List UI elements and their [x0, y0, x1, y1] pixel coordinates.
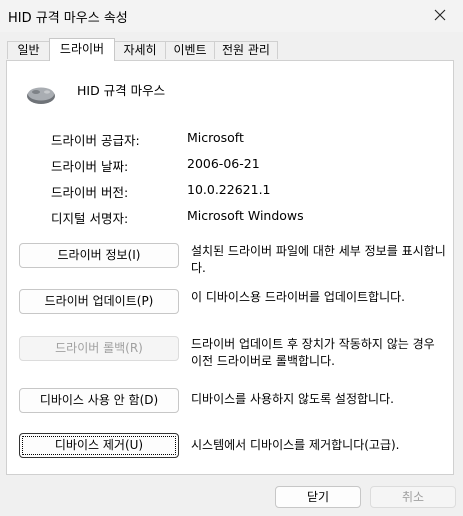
tab-details[interactable]: 자세히	[114, 41, 166, 59]
ok-button[interactable]: 닫기	[275, 486, 361, 508]
close-button[interactable]	[417, 0, 463, 30]
tab-power-management[interactable]: 전원 관리	[214, 41, 278, 59]
driver-provider-value: Microsoft	[187, 130, 244, 145]
driver-date-value: 2006-06-21	[187, 156, 260, 171]
driver-version-label: 드라이버 버전:	[51, 185, 129, 200]
device-name: HID 규격 마우스	[77, 83, 166, 98]
driver-date-label: 드라이버 날짜:	[51, 159, 129, 174]
uninstall-device-description: 시스템에서 디바이스를 제거합니다(고급).	[191, 438, 400, 452]
disable-device-description: 디바이스를 사용하지 않도록 설정합니다.	[191, 392, 394, 406]
cancel-button[interactable]: 취소	[370, 486, 456, 508]
disable-device-button[interactable]: 디바이스 사용 안 함(D)	[19, 388, 179, 413]
close-icon	[434, 9, 446, 21]
update-driver-description: 이 디바이스용 드라이버를 업데이트합니다.	[191, 290, 405, 304]
rollback-driver-description: 드라이버 업데이트 후 장치가 작동하지 않는 경우 이전 드라이버로 롤백합니…	[191, 337, 435, 368]
digital-signer-value: Microsoft Windows	[187, 208, 304, 223]
title-bar: HID 규격 마우스 속성	[0, 0, 463, 32]
driver-details-button[interactable]: 드라이버 정보(I)	[19, 243, 179, 268]
tab-general[interactable]: 일반	[7, 41, 50, 59]
update-driver-button[interactable]: 드라이버 업데이트(P)	[19, 289, 179, 314]
uninstall-device-button[interactable]: 디바이스 제거(U)	[19, 433, 179, 458]
driver-panel: HID 규격 마우스 드라이버 공급자: Microsoft 드라이버 날짜: …	[6, 60, 454, 475]
driver-version-value: 10.0.22621.1	[187, 182, 271, 197]
mouse-icon	[27, 87, 55, 104]
driver-provider-label: 드라이버 공급자:	[51, 133, 140, 148]
digital-signer-label: 디지털 서명자:	[51, 211, 129, 226]
driver-details-description: 설치된 드라이버 파일에 대한 세부 정보를 표시합니다.	[191, 244, 446, 275]
tab-driver[interactable]: 드라이버	[49, 38, 115, 61]
tab-events[interactable]: 이벤트	[165, 41, 215, 59]
rollback-driver-button[interactable]: 드라이버 롤백(R)	[19, 336, 179, 361]
window-title: HID 규격 마우스 속성	[8, 11, 128, 26]
